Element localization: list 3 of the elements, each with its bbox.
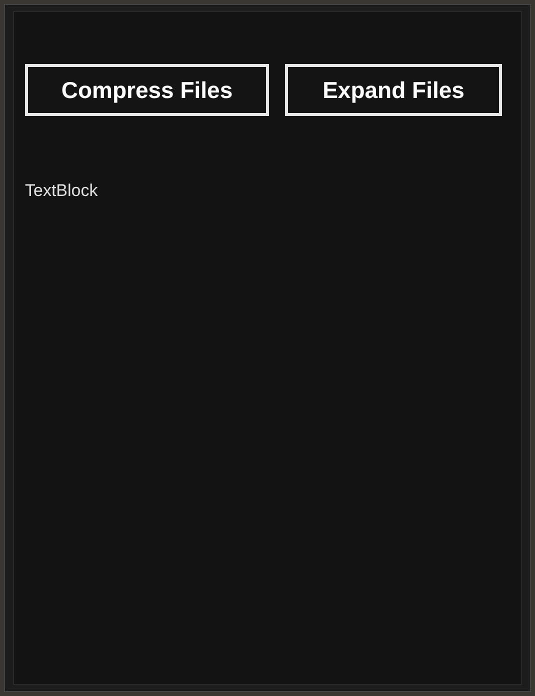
status-text: TextBlock <box>25 180 98 202</box>
expand-files-button[interactable]: Expand Files <box>285 64 502 116</box>
compress-files-button[interactable]: Compress Files <box>25 64 269 116</box>
